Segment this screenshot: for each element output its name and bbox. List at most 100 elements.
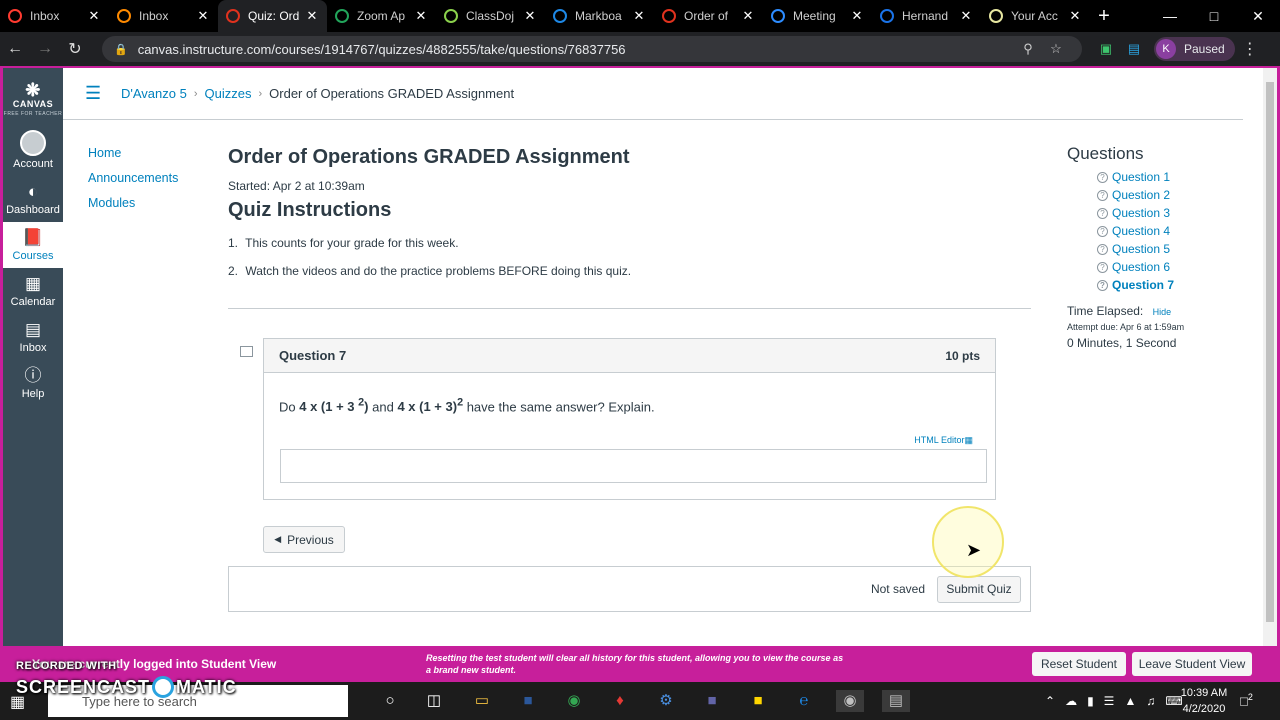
volume-icon[interactable]: ♫ [1146, 694, 1155, 708]
tab-close-icon[interactable]: ✕ [523, 8, 537, 24]
tray-chevron-up-icon[interactable]: ⌃ [1045, 694, 1055, 708]
teams-icon[interactable]: ■ [698, 690, 726, 712]
markboard-icon [553, 9, 567, 23]
watermark-brand-right: MATIC [176, 676, 237, 697]
browser-tab[interactable]: Inbox ✕ [0, 0, 109, 32]
browser-tab[interactable]: Hernand ✕ [872, 0, 981, 32]
html-editor-link[interactable]: HTML Editor▦ [914, 435, 973, 446]
breadcrumb-course[interactable]: D'Avanzo 5 [121, 86, 187, 101]
new-tab-icon[interactable]: + [1090, 0, 1118, 32]
scrollbar-thumb[interactable] [1266, 82, 1274, 622]
tab-close-icon[interactable]: ✕ [414, 8, 428, 24]
global-nav-label: Dashboard [6, 204, 60, 216]
chrome-active-icon[interactable]: ◉ [836, 690, 864, 712]
zoom-icon [771, 9, 785, 23]
page-scrollbar[interactable] [1263, 68, 1277, 646]
global-nav-courses[interactable]: 📕 Courses [3, 222, 63, 268]
tab-close-icon[interactable]: ✕ [87, 8, 101, 24]
course-nav-announcements[interactable]: Announcements [88, 171, 178, 185]
app-red-icon[interactable]: ♦ [606, 690, 634, 712]
tab-close-icon[interactable]: ✕ [741, 8, 755, 24]
tab-close-icon[interactable]: ✕ [1068, 8, 1082, 24]
sticky-notes-icon[interactable]: ■ [744, 690, 772, 712]
tab-close-icon[interactable]: ✕ [959, 8, 973, 24]
tab-close-icon[interactable]: ✕ [305, 8, 319, 24]
previous-button[interactable]: ◀ Previous [263, 526, 345, 553]
app-blue-icon[interactable]: ⚙ [652, 690, 680, 712]
maximize-icon[interactable]: □ [1192, 0, 1236, 32]
question-link[interactable]: ? Question 6 [1067, 258, 1247, 276]
zoom-search-icon[interactable]: ⚲ [1014, 41, 1042, 57]
browser-menu-icon[interactable]: ⋮ [1235, 39, 1265, 59]
leave-student-view-button[interactable]: Leave Student View [1132, 652, 1252, 676]
flag-question-icon[interactable] [240, 346, 253, 357]
wifi-icon[interactable]: ▲ [1124, 694, 1136, 708]
course-nav-home[interactable]: Home [88, 146, 178, 160]
onedrive-icon[interactable]: ☁ [1065, 694, 1077, 708]
edge-icon[interactable]: ℮ [790, 690, 818, 712]
instruction-number: 1. [228, 236, 239, 250]
account-icon [989, 9, 1003, 23]
question-link[interactable]: ? Question 1 [1067, 168, 1247, 186]
extension-screencast-icon[interactable]: ▤ [1120, 41, 1148, 57]
browser-tab[interactable]: Markboa ✕ [545, 0, 654, 32]
hamburger-menu-icon[interactable]: ☰ [85, 83, 103, 104]
screencast-o-icon [152, 676, 175, 698]
extension-green-icon[interactable]: ▣ [1092, 41, 1120, 57]
notification-icon[interactable]: □2 [1240, 692, 1253, 708]
html-editor-icon: ▦ [964, 435, 973, 445]
question-link[interactable]: ? Question 4 [1067, 222, 1247, 240]
tab-close-icon[interactable]: ✕ [632, 8, 646, 24]
global-nav-inbox[interactable]: ▤ Inbox [3, 314, 63, 360]
global-nav-help[interactable]: ⓘ Help [3, 360, 63, 406]
browser-tab[interactable]: Zoom Ap ✕ [327, 0, 436, 32]
screencast-app-icon[interactable]: ▤ [882, 690, 910, 712]
question-link[interactable]: ? Question 7 [1067, 276, 1247, 294]
reset-student-button[interactable]: Reset Student [1032, 652, 1126, 676]
question-link[interactable]: ? Question 5 [1067, 240, 1247, 258]
browser-tab[interactable]: Inbox ✕ [109, 0, 218, 32]
chrome-icon[interactable]: ◉ [560, 690, 588, 712]
global-nav-label: Inbox [19, 342, 47, 354]
microphone-icon[interactable]: ▮ [1087, 694, 1094, 708]
divider [228, 308, 1031, 309]
elapsed-value: 0 Minutes, 1 Second [1067, 336, 1177, 350]
question-link[interactable]: ? Question 3 [1067, 204, 1247, 222]
minimize-icon[interactable]: — [1148, 0, 1192, 32]
canvas-logo[interactable]: ❋ CANVAS FREE FOR TEACHER [3, 74, 63, 124]
tab-close-icon[interactable]: ✕ [196, 8, 210, 24]
question-link-label: Question 2 [1112, 188, 1171, 202]
browser-tab[interactable]: ClassDoj ✕ [436, 0, 545, 32]
taskbar-clock[interactable]: 10:39 AM 4/2/2020 [1176, 685, 1232, 717]
reload-icon[interactable]: ↻ [60, 39, 90, 59]
submit-quiz-button[interactable]: Submit Quiz [937, 575, 1021, 603]
back-icon[interactable]: ← [0, 40, 30, 58]
canvas-logo-subtext: FREE FOR TEACHER [3, 111, 63, 117]
network-icon[interactable]: ☰ [1104, 694, 1115, 708]
question-points: 10 pts [945, 348, 980, 363]
forward-icon[interactable]: → [30, 40, 60, 58]
browser-tab[interactable]: Order of ✕ [654, 0, 763, 32]
answer-textarea[interactable] [280, 449, 987, 483]
course-nav-modules[interactable]: Modules [88, 196, 178, 210]
file-explorer-icon[interactable]: ▭ [468, 690, 496, 712]
global-nav-calendar[interactable]: ▦ Calendar [3, 268, 63, 314]
bookmark-star-icon[interactable]: ☆ [1042, 41, 1070, 57]
word-icon[interactable]: ■ [514, 690, 542, 712]
hide-timer-link[interactable]: Hide [1153, 307, 1172, 317]
global-nav-account[interactable]: Account [3, 124, 63, 176]
close-window-icon[interactable]: ✕ [1236, 0, 1280, 32]
breadcrumb-quizzes[interactable]: Quizzes [205, 86, 252, 101]
global-nav-dashboard[interactable]: ◐ Dashboard [3, 176, 63, 222]
tab-close-icon[interactable]: ✕ [850, 8, 864, 24]
question-link[interactable]: ? Question 2 [1067, 186, 1247, 204]
question-link-label: Question 7 [1112, 278, 1175, 292]
sheets-icon [335, 9, 349, 23]
browser-tab[interactable]: Your Acc ✕ [981, 0, 1090, 32]
browser-tab[interactable]: Quiz: Ord ✕ [218, 0, 327, 32]
task-view-icon[interactable]: ◫ [420, 690, 448, 712]
profile-button[interactable]: K Paused [1154, 37, 1235, 61]
browser-tab[interactable]: Meeting ✕ [763, 0, 872, 32]
cortana-icon[interactable]: ○ [376, 690, 404, 712]
address-bar[interactable]: 🔒 canvas.instructure.com/courses/1914767… [102, 36, 1082, 62]
